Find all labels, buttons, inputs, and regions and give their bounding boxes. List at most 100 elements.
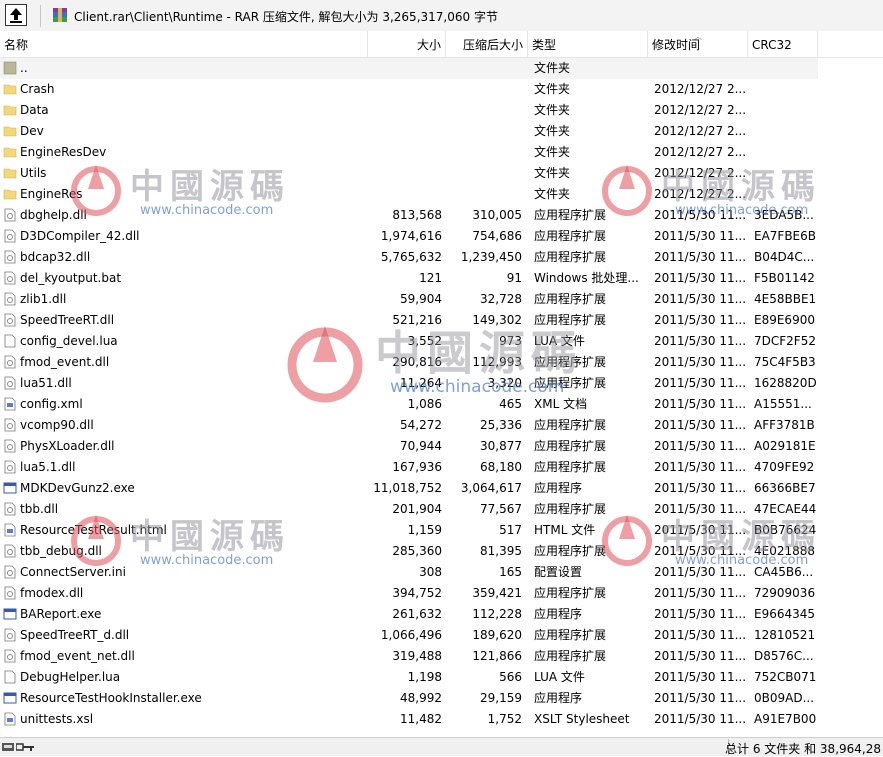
file-name: SpeedTreeRT.dll: [20, 313, 115, 327]
file-modified: 2012/12/27 2...: [654, 187, 746, 201]
file-row[interactable]: SpeedTreeRT_d.dll 1,066,496 189,620 应用程序扩展 2…: [0, 625, 883, 646]
file-modified: 2012/12/27 2...: [654, 166, 746, 180]
file-row[interactable]: lua5.1.dll 167,936 68,180 应用程序扩展 2011/5/30 1…: [0, 457, 883, 478]
file-size: 121: [419, 271, 442, 285]
archive-path[interactable]: Client.rar\Client\Runtime - RAR 压缩文件, 解包…: [74, 8, 498, 25]
file-type: HTML 文件: [534, 523, 596, 537]
file-row[interactable]: dbghelp.dll 813,568 310,005 应用程序扩展 2011/5/30…: [0, 205, 883, 226]
file-crc32: 12810521: [754, 628, 816, 642]
file-crc32: 72909036: [754, 586, 816, 600]
file-row[interactable]: PhysXLoader.dll 70,944 30,877 应用程序扩展 2011/5/…: [0, 436, 883, 457]
dll-file-icon: [3, 355, 17, 369]
status-bar: 总计 6 文件夹 和 38,964,28: [0, 737, 883, 756]
file-crc32: CA45B6...: [754, 565, 814, 579]
file-size: 521,216: [392, 313, 442, 327]
file-packed-size: 359,421: [472, 586, 522, 600]
file-packed-size: [446, 184, 522, 205]
file-packed-size: 68,180: [480, 460, 522, 474]
file-row[interactable]: tbb.dll 201,904 77,567 应用程序扩展 2011/5/30 11..…: [0, 499, 883, 520]
file-size: 319,488: [392, 649, 442, 663]
file-name: fmodex.dll: [20, 586, 84, 600]
file-size: 48,992: [400, 691, 442, 705]
file-crc32: 4E021888: [754, 544, 816, 558]
dll-file-icon: [3, 544, 17, 558]
file-row[interactable]: tbb_debug.dll 285,360 81,395 应用程序扩展 2011/5/3…: [0, 541, 883, 562]
file-type: 应用程序扩展: [534, 544, 607, 558]
file-list: .. 文件夹 Crash 文件夹 2012/12/27 2... Data 文件夹 2012/…: [0, 58, 883, 730]
file-name: ConnectServer.ini: [20, 565, 126, 579]
file-crc32: E89E6900: [754, 313, 815, 327]
file-row[interactable]: ResourceTestHookInstaller.exe 48,992 29,15…: [0, 688, 883, 709]
column-name[interactable]: 名称: [0, 31, 368, 57]
file-name: PhysXLoader.dll: [20, 439, 115, 453]
column-crc32[interactable]: CRC32: [748, 31, 818, 57]
file-size: 1,086: [407, 397, 442, 411]
file-row[interactable]: ConnectServer.ini 308 165 配置设置 2011/5/30 11.…: [0, 562, 883, 583]
file-type: 文件夹: [534, 103, 571, 117]
file-crc32: 66366BE7: [754, 481, 816, 495]
file-packed-size: [446, 163, 522, 184]
file-row[interactable]: unittests.xsl 11,482 1,752 XSLT Stylesheet 2…: [0, 709, 883, 730]
file-row[interactable]: bdcap32.dll 5,765,632 1,239,450 应用程序扩展 2011/…: [0, 247, 883, 268]
file-modified: 2011/5/30 11...: [654, 523, 746, 537]
column-header: 名称 大小 压缩后大小 类型 修改时间 CRC32: [0, 31, 883, 58]
file-row[interactable]: D3DCompiler_42.dll 1,974,616 754,686 应用程序扩展…: [0, 226, 883, 247]
file-name: Crash: [20, 82, 55, 96]
file-type: 应用程序扩展: [534, 586, 607, 600]
file-row[interactable]: fmod_event_net.dll 319,488 121,866 应用程序扩展 20…: [0, 646, 883, 667]
dll-file-icon: [3, 649, 17, 663]
file-name: zlib1.dll: [20, 292, 67, 306]
dll-file-icon: [3, 439, 17, 453]
column-type[interactable]: 类型: [528, 31, 648, 57]
file-type: XML 文档: [534, 397, 588, 411]
file-crc32: [754, 58, 818, 79]
file-row[interactable]: config.xml 1,086 465 XML 文档 2011/5/30 11... A…: [0, 394, 883, 415]
arrow-up-icon: [10, 8, 22, 23]
file-row[interactable]: config_devel.lua 3,552 973 LUA 文件 2011/5/30 …: [0, 331, 883, 352]
file-row[interactable]: Dev 文件夹 2012/12/27 2...: [0, 121, 883, 142]
file-type: 配置设置: [534, 565, 583, 579]
file-name: bdcap32.dll: [20, 250, 91, 264]
file-crc32: 3EDA5B...: [754, 208, 814, 222]
file-size: [368, 58, 442, 79]
file-crc32: A029181E: [754, 439, 816, 453]
file-packed-size: 310,005: [472, 208, 522, 222]
up-folder-button[interactable]: [5, 4, 27, 26]
file-modified: 2011/5/30 11...: [654, 712, 746, 726]
file-modified: 2011/5/30 11...: [654, 355, 746, 369]
file-row[interactable]: EngineResDev 文件夹 2012/12/27 2...: [0, 142, 883, 163]
file-modified: 2011/5/30 11...: [654, 418, 746, 432]
file-row[interactable]: DebugHelper.lua 1,198 566 LUA 文件 2011/5/30 1…: [0, 667, 883, 688]
file-size: 59,904: [400, 292, 442, 306]
file-row[interactable]: EngineRes 文件夹 2012/12/27 2...: [0, 184, 883, 205]
file-name: SpeedTreeRT_d.dll: [20, 628, 130, 642]
file-row[interactable]: ResourceTestResult.html 1,159 517 HTML 文件 20…: [0, 520, 883, 541]
file-row[interactable]: BAReport.exe 261,632 112,228 应用程序 2011/5/30 …: [0, 604, 883, 625]
file-row[interactable]: SpeedTreeRT.dll 521,216 149,302 应用程序扩展 2011/…: [0, 310, 883, 331]
file-row[interactable]: Utils 文件夹 2012/12/27 2...: [0, 163, 883, 184]
file-row[interactable]: Crash 文件夹 2012/12/27 2...: [0, 79, 883, 100]
column-packed-size[interactable]: 压缩后大小: [446, 31, 528, 57]
file-type: 应用程序扩展: [534, 313, 607, 327]
file-modified: 2011/5/30 11...: [654, 397, 746, 411]
file-name: DebugHelper.lua: [20, 670, 121, 684]
folder-icon: [3, 166, 17, 180]
file-row[interactable]: Data 文件夹 2012/12/27 2...: [0, 100, 883, 121]
column-size[interactable]: 大小: [368, 31, 446, 57]
file-row[interactable]: lua51.dll 11,264 3,320 应用程序扩展 2011/5/30 11..…: [0, 373, 883, 394]
file-row[interactable]: fmodex.dll 394,752 359,421 应用程序扩展 2011/5/30 …: [0, 583, 883, 604]
file-packed-size: 32,728: [480, 292, 522, 306]
file-row[interactable]: zlib1.dll 59,904 32,728 应用程序扩展 2011/5/30 11.…: [0, 289, 883, 310]
file-modified: 2011/5/30 11...: [654, 628, 746, 642]
file-row[interactable]: del_kyoutput.bat 121 91 Windows 批处理... 2011/…: [0, 268, 883, 289]
file-packed-size: 29,159: [480, 691, 522, 705]
file-row[interactable]: vcomp90.dll 54,272 25,336 应用程序扩展 2011/5/30 1…: [0, 415, 883, 436]
file-row[interactable]: fmod_event.dll 290,816 112,993 应用程序扩展 2011/5…: [0, 352, 883, 373]
file-row[interactable]: .. 文件夹: [0, 58, 818, 79]
file-crc32: [754, 121, 818, 142]
file-row[interactable]: MDKDevGunz2.exe 11,018,752 3,064,617 应用程序 20…: [0, 478, 883, 499]
file-size: 11,018,752: [373, 481, 442, 495]
file-type: 应用程序扩展: [534, 439, 607, 453]
file-name: dbghelp.dll: [20, 208, 87, 222]
file-modified: 2011/5/30 11...: [654, 544, 746, 558]
